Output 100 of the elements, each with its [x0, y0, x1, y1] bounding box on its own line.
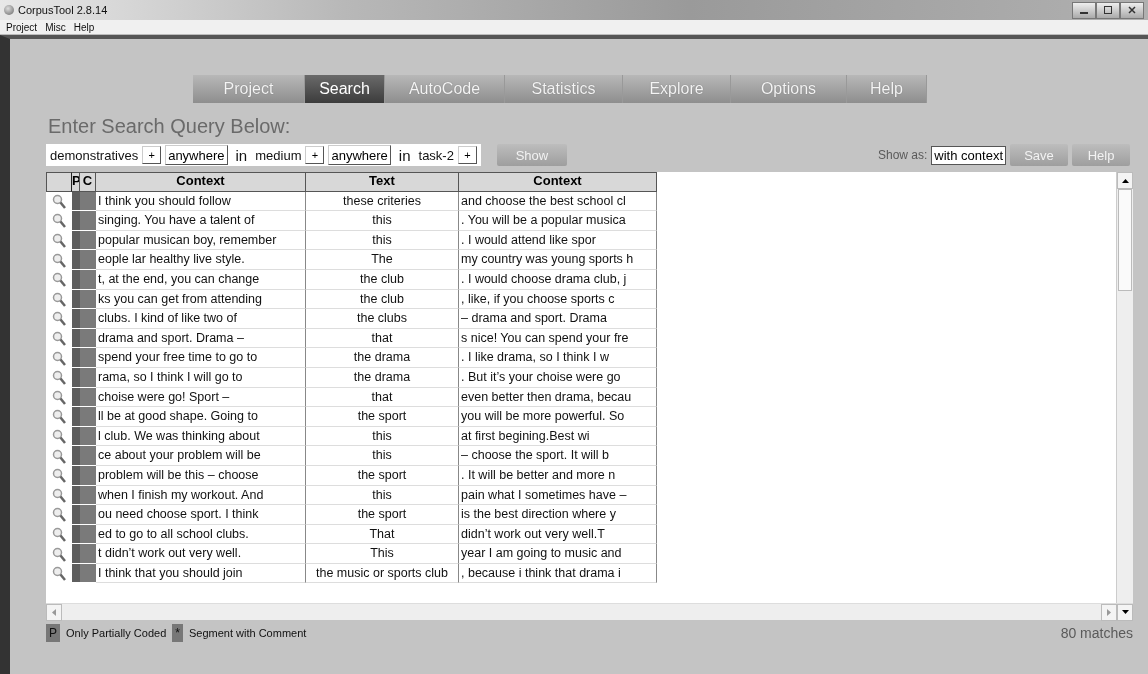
horizontal-scrollbar[interactable]: [46, 603, 1133, 620]
table-cell: pain what I sometimes have –: [459, 485, 657, 506]
table-cell: popular musican boy, remember: [96, 230, 306, 251]
table-cell: the music or sports club: [306, 563, 459, 584]
table-cell: problem will be this – choose: [96, 465, 306, 486]
column-header[interactable]: Context: [459, 172, 657, 192]
table-cell: . I would attend like spor: [459, 230, 657, 251]
tab[interactable]: Search: [305, 75, 385, 103]
table-cell: . I would choose drama club, j: [459, 269, 657, 290]
magnifier-icon[interactable]: [52, 487, 66, 503]
comment-flag-cell: [80, 269, 96, 290]
scope-dropdown[interactable]: anywhere: [328, 145, 391, 165]
query-term: medium: [255, 147, 302, 163]
table-cell: this: [306, 230, 459, 251]
table-cell: year I am going to music and: [459, 544, 657, 564]
add-button[interactable]: +: [305, 146, 325, 164]
scroll-thumb[interactable]: [1118, 189, 1132, 291]
magnifier-icon[interactable]: [52, 252, 66, 268]
magnifier-icon[interactable]: [52, 291, 66, 307]
comment-flag-cell: [80, 191, 96, 212]
column-header[interactable]: Text: [306, 172, 459, 192]
table-cell: the club: [306, 269, 459, 290]
heading: Enter Search Query Below:: [48, 115, 292, 138]
add-button[interactable]: +: [142, 146, 162, 164]
magnifier-icon[interactable]: [52, 566, 66, 582]
comment-flag-cell: [80, 446, 96, 466]
table-cell: ce about your problem will be: [96, 446, 306, 466]
magnifier-icon[interactable]: [52, 233, 66, 249]
table-cell: this: [306, 446, 459, 466]
vertical-scrollbar[interactable]: [1116, 172, 1133, 603]
magnifier-icon[interactable]: [52, 193, 66, 209]
scope-dropdown[interactable]: anywhere: [165, 145, 228, 165]
column-header[interactable]: Context: [96, 172, 306, 192]
table-cell: these criteries: [306, 191, 459, 212]
table-cell: , because i think that drama i: [459, 563, 657, 584]
scroll-down-icon[interactable]: [1121, 610, 1129, 614]
table-cell: drama and sport. Drama –: [96, 328, 306, 349]
legend-label: Only Partially Coded: [66, 627, 167, 639]
menu-item[interactable]: Project: [6, 21, 38, 33]
window-title: CorpusTool 2.8.14: [18, 4, 108, 16]
magnifier-icon[interactable]: [52, 546, 66, 562]
scroll-left-icon[interactable]: [52, 608, 56, 616]
comment-flag-cell: [80, 505, 96, 525]
legend-label: Segment with Comment: [188, 627, 307, 639]
table-cell: the drama: [306, 348, 459, 368]
magnifier-icon[interactable]: [52, 272, 66, 288]
maximize-icon: [1104, 6, 1112, 14]
table-cell: the club: [306, 289, 459, 310]
table-cell: That: [306, 524, 459, 545]
table-cell: the sport: [306, 465, 459, 486]
menu-item[interactable]: Help: [73, 21, 95, 33]
app-icon: [4, 5, 14, 15]
column-header[interactable]: C: [80, 172, 96, 192]
table-cell: . But it’s your choise were go: [459, 367, 657, 388]
add-button[interactable]: +: [457, 146, 477, 164]
magnifier-icon[interactable]: [52, 331, 66, 347]
table-cell: even better then drama, becau: [459, 387, 657, 408]
magnifier-icon[interactable]: [52, 468, 66, 484]
magnifier-icon[interactable]: [52, 370, 66, 386]
table-cell: ou need choose sport. I think: [96, 505, 306, 525]
table-cell: this: [306, 485, 459, 506]
table-cell: , like, if you choose sports c: [459, 289, 657, 310]
close-icon: [1128, 6, 1136, 14]
table-cell: . I like drama, so I think I w: [459, 348, 657, 368]
table-cell: the sport: [306, 407, 459, 427]
comment-flag-cell: [80, 544, 96, 564]
close-button[interactable]: [1120, 1, 1144, 19]
table-cell: t didn’t work out very well.: [96, 544, 306, 564]
comment-flag-cell: [80, 309, 96, 329]
table-cell: choise were go! Sport –: [96, 387, 306, 408]
comment-flag-cell: [80, 250, 96, 270]
comment-flag-cell: [80, 348, 96, 368]
menu-item[interactable]: Misc: [45, 21, 66, 33]
in-label: in: [235, 146, 248, 164]
maximize-button[interactable]: [1096, 1, 1120, 19]
table-cell: clubs. I kind of like two of: [96, 309, 306, 329]
magnifier-icon[interactable]: [52, 448, 66, 464]
scroll-up-icon[interactable]: [1121, 178, 1129, 183]
legend-key: *: [172, 624, 183, 642]
magnifier-icon[interactable]: [52, 213, 66, 229]
table-cell: the clubs: [306, 309, 459, 329]
table-cell: that: [306, 387, 459, 408]
magnifier-icon[interactable]: [52, 409, 66, 425]
table-cell: t, at the end, you can change: [96, 269, 306, 290]
table-cell: I think that you should join: [96, 563, 306, 584]
magnifier-icon[interactable]: [52, 389, 66, 405]
magnifier-icon[interactable]: [52, 527, 66, 542]
magnifier-icon[interactable]: [52, 350, 66, 366]
show-as-field[interactable]: with context: [931, 145, 1006, 165]
query-term: task-2: [418, 147, 454, 163]
magnifier-icon[interactable]: [52, 429, 66, 444]
minimize-button[interactable]: [1072, 1, 1096, 19]
table-cell: spend your free time to go to: [96, 348, 306, 368]
in-label: in: [398, 146, 411, 164]
magnifier-icon[interactable]: [52, 507, 66, 523]
scroll-right-icon[interactable]: [1107, 608, 1111, 616]
table-cell: this: [306, 211, 459, 231]
match-count: 80 matches: [1060, 625, 1133, 641]
magnifier-icon[interactable]: [52, 311, 66, 327]
query-term: demonstratives: [50, 147, 139, 163]
